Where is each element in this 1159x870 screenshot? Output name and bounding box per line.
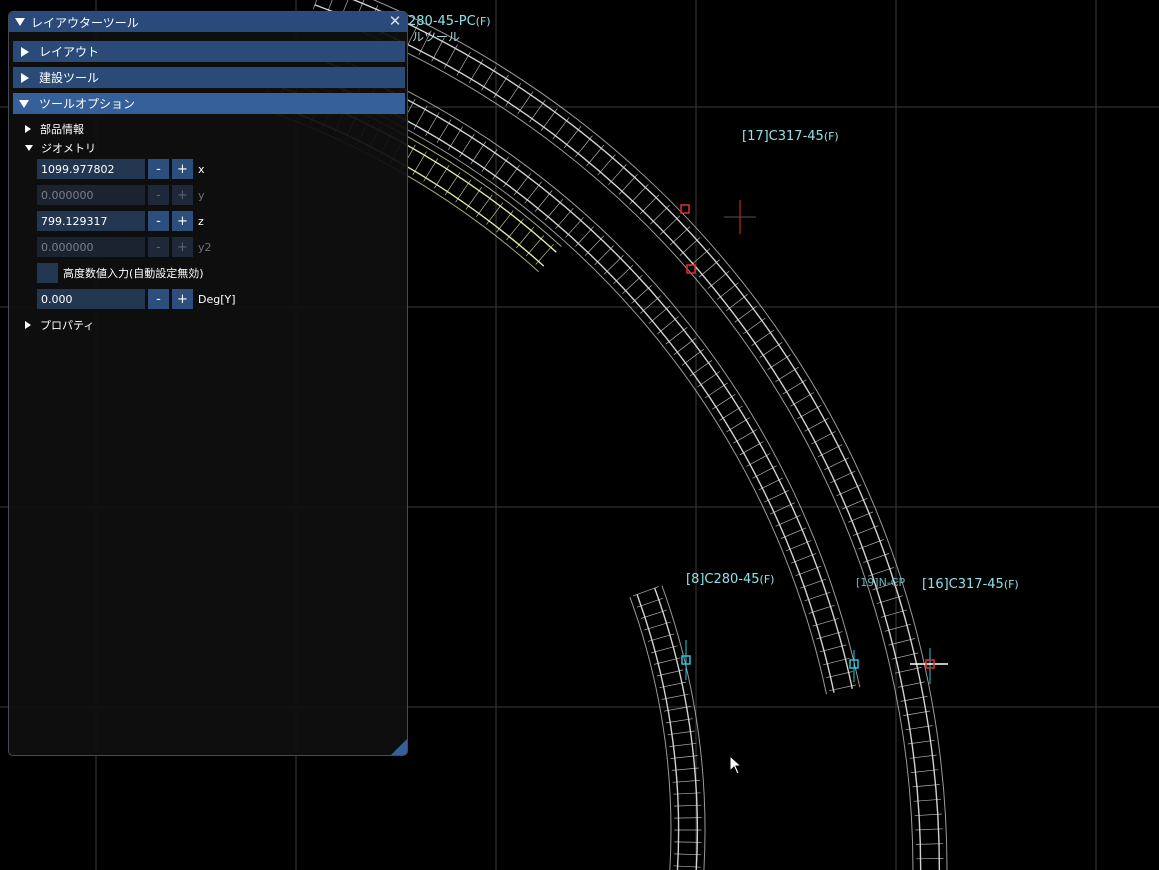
- deg-label: Deg[Y]: [198, 292, 236, 306]
- z-input[interactable]: 799.129317: [37, 211, 145, 231]
- y-decrement-button: -: [148, 185, 169, 205]
- height-input-row: 高度数値入力(自動設定無効): [37, 263, 204, 283]
- resize-grip[interactable]: [391, 739, 407, 755]
- track-label-16: [16]C317-45(F): [922, 577, 1019, 592]
- y2-decrement-button: -: [148, 237, 169, 257]
- z-decrement-button[interactable]: -: [148, 211, 169, 231]
- collapse-window-icon[interactable]: [15, 18, 25, 26]
- ghost-text: ルツール: [412, 30, 461, 44]
- track-label-19: [19]N-CP: [856, 576, 906, 589]
- header-build-tools-label: 建設ツール: [39, 71, 100, 85]
- geometry-label: ジオメトリ: [41, 142, 96, 155]
- geometry-deg-row: 0.000 - + Deg[Y]: [37, 289, 236, 309]
- deg-decrement-button[interactable]: -: [148, 289, 169, 309]
- geometry-x-row: 1099.977802 - + x: [37, 159, 205, 179]
- z-increment-button[interactable]: +: [172, 211, 193, 231]
- expand-arrow-icon: [21, 46, 29, 57]
- y-label: y: [198, 188, 205, 202]
- y2-input: 0.000000: [37, 237, 145, 257]
- geometry-y-row: 0.000000 - + y: [37, 185, 205, 205]
- window-title: レイアウターツール: [31, 15, 139, 30]
- collapse-arrow-icon: [25, 145, 33, 151]
- header-layout-label: レイアウト: [39, 45, 100, 59]
- expand-arrow-icon: [25, 125, 31, 133]
- x-decrement-button[interactable]: -: [148, 159, 169, 179]
- x-label: x: [198, 162, 205, 176]
- layouter-tool-window[interactable]: レイアウターツール ✕ レイアウト 建設ツール ツールオプション 部品情報 ジオ…: [8, 11, 408, 756]
- parts-info-label: 部品情報: [40, 123, 84, 136]
- height-input-checkbox[interactable]: [37, 263, 58, 283]
- deg-increment-button[interactable]: +: [172, 289, 193, 309]
- expand-arrow-icon: [21, 72, 29, 83]
- y2-label: y2: [198, 240, 212, 254]
- x-increment-button[interactable]: +: [172, 159, 193, 179]
- y2-increment-button: +: [172, 237, 193, 257]
- geometry-z-row: 799.129317 - + z: [37, 211, 204, 231]
- tree-node-parts-info[interactable]: 部品情報: [25, 121, 84, 137]
- x-input[interactable]: 1099.977802: [37, 159, 145, 179]
- z-label: z: [198, 214, 204, 228]
- mouse-cursor-icon: [729, 755, 743, 775]
- header-layout[interactable]: レイアウト: [13, 41, 405, 62]
- header-build-tools[interactable]: 建設ツール: [13, 67, 405, 88]
- geometry-y2-row: 0.000000 - + y2: [37, 237, 212, 257]
- header-tool-options[interactable]: ツールオプション: [13, 93, 405, 114]
- header-tool-options-label: ツールオプション: [39, 97, 136, 111]
- expand-arrow-icon: [25, 321, 31, 329]
- properties-label: プロパティ: [40, 319, 95, 332]
- window-titlebar[interactable]: レイアウターツール ✕: [9, 12, 407, 32]
- close-icon[interactable]: ✕: [387, 13, 403, 29]
- track-label-17: [17]C317-45(F): [742, 129, 839, 144]
- deg-input[interactable]: 0.000: [37, 289, 145, 309]
- tree-node-geometry[interactable]: ジオメトリ: [25, 140, 96, 156]
- track-label-pc: 280-45-PC(F): [408, 14, 491, 29]
- tree-node-properties[interactable]: プロパティ: [25, 317, 94, 333]
- track-c280[interactable]: [629, 585, 706, 870]
- y-increment-button: +: [172, 185, 193, 205]
- collapse-arrow-icon: [19, 99, 29, 108]
- height-input-label: 高度数値入力(自動設定無効): [63, 267, 204, 280]
- track-label-8: [8]C280-45(F): [686, 572, 775, 587]
- y-input: 0.000000: [37, 185, 145, 205]
